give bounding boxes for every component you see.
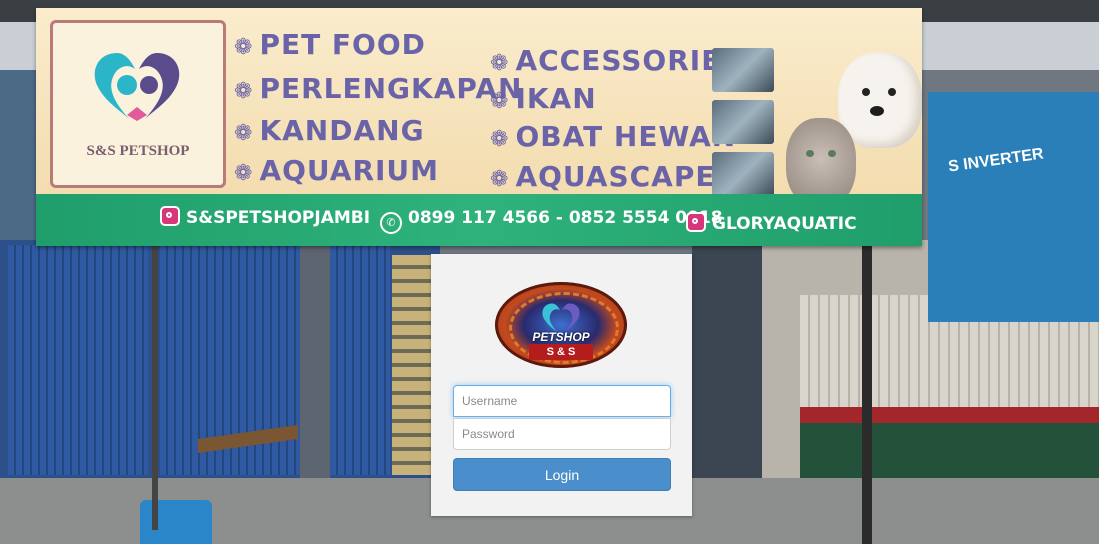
paw-icon: ❁: [490, 89, 510, 114]
paw-icon: ❁: [234, 79, 254, 104]
category-pet-food: ❁ PET FOOD: [234, 28, 426, 61]
phone-number: 0899 117 4566 - 0852 5554 0018: [408, 208, 723, 228]
fish-photo-2: [712, 100, 774, 144]
phone-contact: ✆ 0899 117 4566 - 0852 5554 0018: [380, 208, 723, 234]
heart-logo-icon: [94, 53, 180, 121]
fish-photo-1: [712, 48, 774, 92]
stool: [140, 500, 212, 544]
banner-top: S&S PETSHOP ❁ PET FOOD ❁ PERLENGKAPAN ❁ KAN…: [36, 8, 922, 208]
category-label: KANDANG: [259, 114, 425, 147]
dog-image: [838, 52, 922, 148]
category-label: ACCESSORIES: [515, 44, 743, 77]
password-input[interactable]: [453, 418, 671, 450]
cat-eye: [828, 150, 836, 157]
right-banner: S INVERTER: [928, 92, 1099, 322]
instagram-handle: GLORYAQUATIC: [712, 214, 857, 234]
paw-icon: ❁: [234, 161, 254, 186]
category-label: AQUARIUM: [259, 154, 440, 187]
pole-right: [862, 230, 872, 544]
right-banner-text: S INVERTER: [947, 145, 1045, 176]
category-perlengkapan: ❁ PERLENGKAPAN: [234, 72, 522, 105]
pillar: [300, 240, 330, 490]
category-aquascape: ❁ AQUASCAPE: [490, 160, 716, 193]
petshop-badge-logo: PETSHOP S & S: [495, 282, 627, 368]
shop-banner: S&S PETSHOP ❁ PET FOOD ❁ PERLENGKAPAN ❁ KAN…: [36, 8, 922, 246]
badge-text: PETSHOP: [532, 330, 590, 344]
paw-icon: ❁: [490, 127, 510, 152]
dog-eye: [888, 88, 896, 96]
paw-icon: ❁: [490, 167, 510, 192]
middle-wall: [692, 245, 762, 485]
instagram-contact-2: GLORYAQUATIC: [686, 212, 857, 234]
shutter-door: [330, 245, 390, 475]
category-ikan: ❁ IKAN: [490, 82, 597, 115]
category-label: PET FOOD: [259, 28, 426, 61]
instagram-icon: [686, 212, 706, 232]
dog-eye: [862, 88, 870, 96]
pet-photo: [778, 38, 922, 218]
paw-icon: ❁: [490, 51, 510, 76]
logo-text: S&S PETSHOP: [86, 143, 190, 159]
login-card: PETSHOP S & S Login: [431, 254, 692, 516]
shop-interior: [392, 255, 434, 475]
category-label: AQUASCAPE: [515, 160, 716, 193]
banner-contact-strip: S&SPETSHOPJAMBI ✆ 0899 117 4566 - 0852 55…: [36, 194, 922, 246]
category-accessories: ❁ ACCESSORIES: [490, 44, 742, 77]
category-obat-hewan: ❁ OBAT HEWAN: [490, 120, 736, 153]
category-kandang: ❁ KANDANG: [234, 114, 425, 147]
paw-icon: ❁: [234, 121, 254, 146]
paw-icon: ❁: [234, 35, 254, 60]
pole-left: [152, 240, 158, 530]
dog-nose: [870, 106, 884, 116]
instagram-icon: [160, 206, 180, 226]
red-band: [800, 407, 1099, 423]
phone-icon: ✆: [380, 212, 402, 234]
login-button[interactable]: Login: [453, 458, 671, 491]
cat-eye: [806, 150, 814, 157]
shutter-left: [8, 245, 148, 475]
fish-photo-3: [712, 152, 774, 196]
instagram-contact-1: S&SPETSHOPJAMBI: [160, 206, 370, 228]
instagram-handle: S&SPETSHOPJAMBI: [186, 208, 371, 228]
category-label: PERLENGKAPAN: [259, 72, 523, 105]
username-input[interactable]: [453, 385, 671, 417]
category-label: OBAT HEWAN: [515, 120, 737, 153]
category-aquarium: ❁ AQUARIUM: [234, 154, 439, 187]
shop-logo: S&S PETSHOP: [50, 20, 226, 188]
category-label: IKAN: [515, 82, 597, 115]
badge-subtext: S & S: [529, 344, 593, 360]
